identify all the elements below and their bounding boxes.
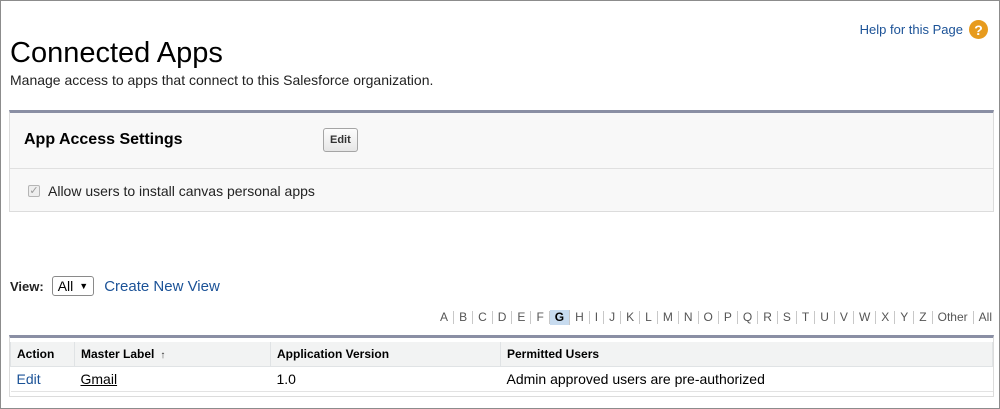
- view-selector-row: View: All ▼ Create New View: [10, 276, 220, 296]
- column-header-master-label-text: Master Label: [81, 347, 155, 361]
- alphabet-filter-g[interactable]: G: [549, 310, 571, 325]
- column-header-application-version[interactable]: Application Version: [270, 342, 501, 367]
- alphabet-filter-m[interactable]: M: [658, 311, 679, 324]
- settings-title: App Access Settings: [24, 131, 183, 148]
- sort-ascending-icon: ↑: [160, 350, 166, 361]
- app-access-settings-panel: App Access Settings Edit ✓ Allow users t…: [9, 110, 994, 212]
- page-title: Connected Apps: [10, 37, 223, 70]
- column-header-master-label[interactable]: Master Label ↑: [74, 342, 271, 367]
- alphabet-filter-a[interactable]: A: [435, 311, 455, 324]
- create-new-view-link[interactable]: Create New View: [104, 278, 220, 295]
- help-area: Help for this Page ?: [860, 20, 988, 39]
- chevron-down-icon: ▼: [79, 281, 89, 291]
- column-header-permitted-users[interactable]: Permitted Users: [500, 342, 993, 367]
- alphabet-filter-y[interactable]: Y: [895, 311, 915, 324]
- canvas-apps-setting: ✓ Allow users to install canvas personal…: [28, 183, 315, 199]
- permitted-users-cell: Admin approved users are pre-authorized: [500, 366, 993, 392]
- alphabet-filter-f[interactable]: F: [531, 311, 550, 324]
- alphabet-filter-d[interactable]: D: [493, 311, 513, 324]
- alphabet-filter-t[interactable]: T: [797, 311, 816, 324]
- alphabet-filter-all[interactable]: All: [974, 311, 992, 324]
- view-label: View:: [10, 278, 44, 294]
- alphabet-filter-h[interactable]: H: [570, 311, 590, 324]
- canvas-apps-checkbox: ✓: [28, 185, 40, 197]
- alphabet-filter-n[interactable]: N: [679, 311, 699, 324]
- alphabet-filter-l[interactable]: L: [640, 311, 658, 324]
- app-name-link[interactable]: Gmail: [81, 371, 118, 387]
- alphabet-filter-r[interactable]: R: [758, 311, 778, 324]
- master-label-cell: Gmail: [74, 366, 271, 392]
- canvas-apps-label: Allow users to install canvas personal a…: [48, 183, 315, 199]
- action-cell: Edit: [10, 366, 75, 392]
- alphabet-filter-o[interactable]: O: [699, 311, 719, 324]
- table-row: Edit Gmail 1.0 Admin approved users are …: [10, 366, 993, 392]
- column-header-action[interactable]: Action: [10, 342, 75, 367]
- alphabet-filter-i[interactable]: I: [590, 311, 605, 324]
- alphabet-filter-e[interactable]: E: [512, 311, 532, 324]
- page-description: Manage access to apps that connect to th…: [10, 72, 434, 88]
- connected-apps-table: Action Master Label ↑ Application Version…: [10, 342, 993, 392]
- alphabet-filter-c[interactable]: C: [473, 311, 493, 324]
- help-icon[interactable]: ?: [969, 20, 988, 39]
- table-header-row: Action Master Label ↑ Application Version…: [10, 342, 993, 367]
- version-cell: 1.0: [270, 366, 501, 392]
- edit-settings-button[interactable]: Edit: [323, 128, 358, 152]
- alphabet-filter-other[interactable]: Other: [933, 311, 974, 324]
- alphabet-filter: A B C D E F G H I J K L M N O P Q R S T U V W X Y Z Other All: [435, 310, 992, 325]
- view-dropdown[interactable]: All ▼: [51, 276, 95, 296]
- alphabet-filter-p[interactable]: P: [719, 311, 738, 324]
- edit-app-link[interactable]: Edit: [17, 371, 41, 387]
- alphabet-filter-x[interactable]: X: [876, 311, 896, 324]
- alphabet-filter-v[interactable]: V: [835, 311, 854, 324]
- alphabet-filter-u[interactable]: U: [815, 311, 835, 324]
- alphabet-filter-q[interactable]: Q: [738, 311, 759, 324]
- alphabet-filter-j[interactable]: J: [604, 311, 622, 324]
- alphabet-filter-k[interactable]: K: [621, 311, 641, 324]
- help-link[interactable]: Help for this Page: [860, 22, 963, 37]
- alphabet-filter-s[interactable]: S: [778, 311, 797, 324]
- settings-header: App Access Settings Edit: [10, 113, 993, 169]
- alphabet-filter-z[interactable]: Z: [914, 311, 933, 324]
- connected-apps-table-panel: Action Master Label ↑ Application Version…: [9, 335, 994, 397]
- view-selected-value: All: [57, 278, 74, 294]
- alphabet-filter-b[interactable]: B: [454, 311, 474, 324]
- alphabet-filter-w[interactable]: W: [854, 311, 877, 324]
